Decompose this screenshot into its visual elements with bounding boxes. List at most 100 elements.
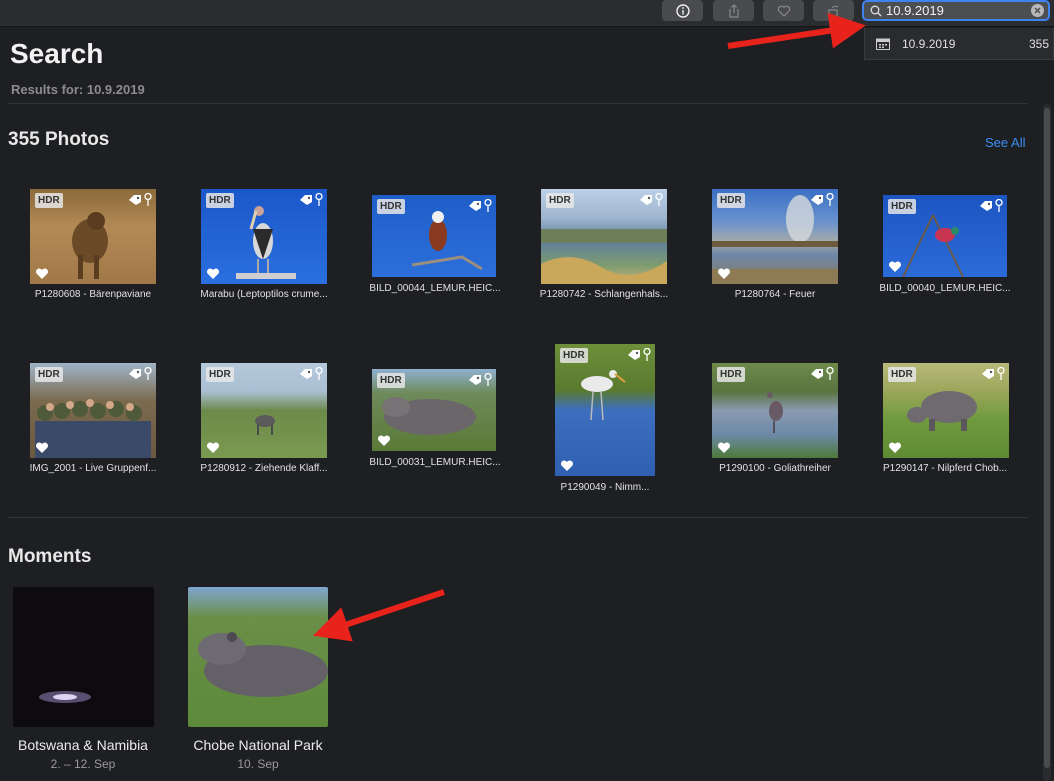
rotate-icon xyxy=(827,5,838,18)
photo-thumbnail[interactable]: HDR xyxy=(712,363,838,458)
moment-date: 10. Sep xyxy=(237,757,279,771)
calendar-icon xyxy=(876,38,890,50)
location-pin-icon xyxy=(655,193,663,206)
photo-caption: BILD_00031_LEMUR.HEIC... xyxy=(369,457,501,468)
photo-thumbnail[interactable]: HDR xyxy=(372,369,496,451)
photo-caption: Marabu (Leptoptilos crume... xyxy=(200,289,328,300)
heart-icon xyxy=(377,435,391,446)
hdr-badge: HDR xyxy=(206,193,234,208)
location-pin-icon xyxy=(826,193,834,206)
favorite-button[interactable] xyxy=(763,0,804,21)
tag-icon xyxy=(469,375,481,385)
share-button[interactable] xyxy=(713,0,754,21)
photo-thumbnail[interactable]: HDR xyxy=(883,195,1007,277)
photo-thumbnail[interactable]: HDR xyxy=(30,189,156,284)
photo-caption: P1290100 - Goliathreiher xyxy=(719,463,831,474)
arrow-to-search xyxy=(727,12,866,49)
heart-icon xyxy=(206,268,220,279)
tag-icon xyxy=(469,201,481,211)
heart-icon xyxy=(888,261,902,272)
location-pin-icon xyxy=(144,193,152,206)
photo-caption: IMG_2001 - Live Gruppenf... xyxy=(29,463,157,474)
heart-icon xyxy=(35,442,49,453)
moment-title[interactable]: Botswana & Namibia xyxy=(0,737,168,753)
moment-image xyxy=(198,632,328,697)
photo-thumbnail[interactable]: HDR xyxy=(201,189,327,284)
photo-image xyxy=(581,370,626,421)
suggestion-count: 355 xyxy=(1028,36,1049,51)
heart-icon xyxy=(777,5,790,17)
photo-caption: P1280912 - Ziehende Klaff... xyxy=(200,463,328,474)
hdr-badge: HDR xyxy=(35,367,63,382)
close-icon xyxy=(1034,7,1041,14)
info-button[interactable] xyxy=(662,0,703,21)
suggestion-label: 10.9.2019 xyxy=(902,36,956,51)
page-title: Search xyxy=(10,38,104,69)
hdr-badge: HDR xyxy=(717,193,745,208)
toolbar xyxy=(0,0,1054,27)
hdr-badge: HDR xyxy=(888,367,916,382)
page-subtitle: Results for: 10.9.2019 xyxy=(11,82,145,97)
photo-caption: BILD_00040_LEMUR.HEIC... xyxy=(879,283,1011,294)
location-pin-icon xyxy=(995,199,1003,212)
clear-search-button[interactable] xyxy=(1031,4,1044,17)
arrow-to-moment xyxy=(312,589,445,642)
hdr-badge: HDR xyxy=(546,193,574,208)
tag-icon xyxy=(640,195,652,205)
photos-section-title: 355 Photos xyxy=(8,129,110,150)
search-input[interactable] xyxy=(886,3,1026,18)
tag-icon xyxy=(982,369,994,379)
photo-thumbnail[interactable]: HDR xyxy=(30,363,156,458)
heart-icon xyxy=(560,460,574,471)
heart-icon xyxy=(35,268,49,279)
photo-thumbnail[interactable]: HDR xyxy=(541,189,667,284)
location-pin-icon xyxy=(315,367,323,380)
moment-thumbnail-chobe[interactable] xyxy=(188,587,328,727)
rotate-button[interactable] xyxy=(813,0,854,21)
divider xyxy=(8,103,1028,104)
tag-icon xyxy=(129,369,141,379)
divider xyxy=(8,517,1028,518)
tag-icon xyxy=(811,195,823,205)
info-icon xyxy=(675,3,690,18)
heart-icon xyxy=(717,442,731,453)
scrollbar-thumb[interactable] xyxy=(1044,108,1050,768)
hdr-badge: HDR xyxy=(377,199,405,214)
tag-icon xyxy=(811,369,823,379)
heart-icon xyxy=(888,442,902,453)
search-suggestion[interactable]: 10.9.2019 355 xyxy=(864,28,1054,60)
moment-thumbnail-botswana[interactable] xyxy=(13,587,154,727)
photo-caption: P1280608 - Bärenpaviane xyxy=(34,289,152,300)
hdr-badge: HDR xyxy=(888,199,916,214)
tag-icon xyxy=(300,195,312,205)
moment-image xyxy=(39,691,91,703)
hdr-badge: HDR xyxy=(206,367,234,382)
tag-icon xyxy=(980,201,992,211)
photo-caption: P1280742 - Schlangenhals... xyxy=(539,289,669,300)
heart-icon xyxy=(717,268,731,279)
hdr-badge: HDR xyxy=(717,367,745,382)
location-pin-icon xyxy=(997,367,1005,380)
photo-thumbnail[interactable]: HDR xyxy=(372,195,496,277)
photo-caption: BILD_00044_LEMUR.HEIC... xyxy=(369,283,501,294)
photo-thumbnail[interactable]: HDR xyxy=(555,344,655,476)
photo-caption: P1290147 - Nilpferd Chob... xyxy=(883,463,1007,474)
location-pin-icon xyxy=(315,193,323,206)
hdr-badge: HDR xyxy=(35,193,63,208)
share-icon xyxy=(728,3,739,18)
photo-thumbnail[interactable]: HDR xyxy=(712,189,838,284)
search-icon xyxy=(870,5,882,16)
location-pin-icon xyxy=(144,367,152,380)
location-pin-icon xyxy=(643,348,651,361)
photo-caption: P1280764 - Feuer xyxy=(734,289,816,300)
search-field[interactable] xyxy=(862,0,1050,21)
photo-thumbnail[interactable]: HDR xyxy=(201,363,327,458)
location-pin-icon xyxy=(484,373,492,386)
location-pin-icon xyxy=(826,367,834,380)
photo-thumbnail[interactable]: HDR xyxy=(883,363,1009,458)
moment-date: 2. – 12. Sep xyxy=(50,757,116,771)
heart-icon xyxy=(206,442,220,453)
moment-title[interactable]: Chobe National Park xyxy=(173,737,343,753)
moments-section-title: Moments xyxy=(8,546,92,567)
see-all-link[interactable]: See All xyxy=(985,135,1025,150)
